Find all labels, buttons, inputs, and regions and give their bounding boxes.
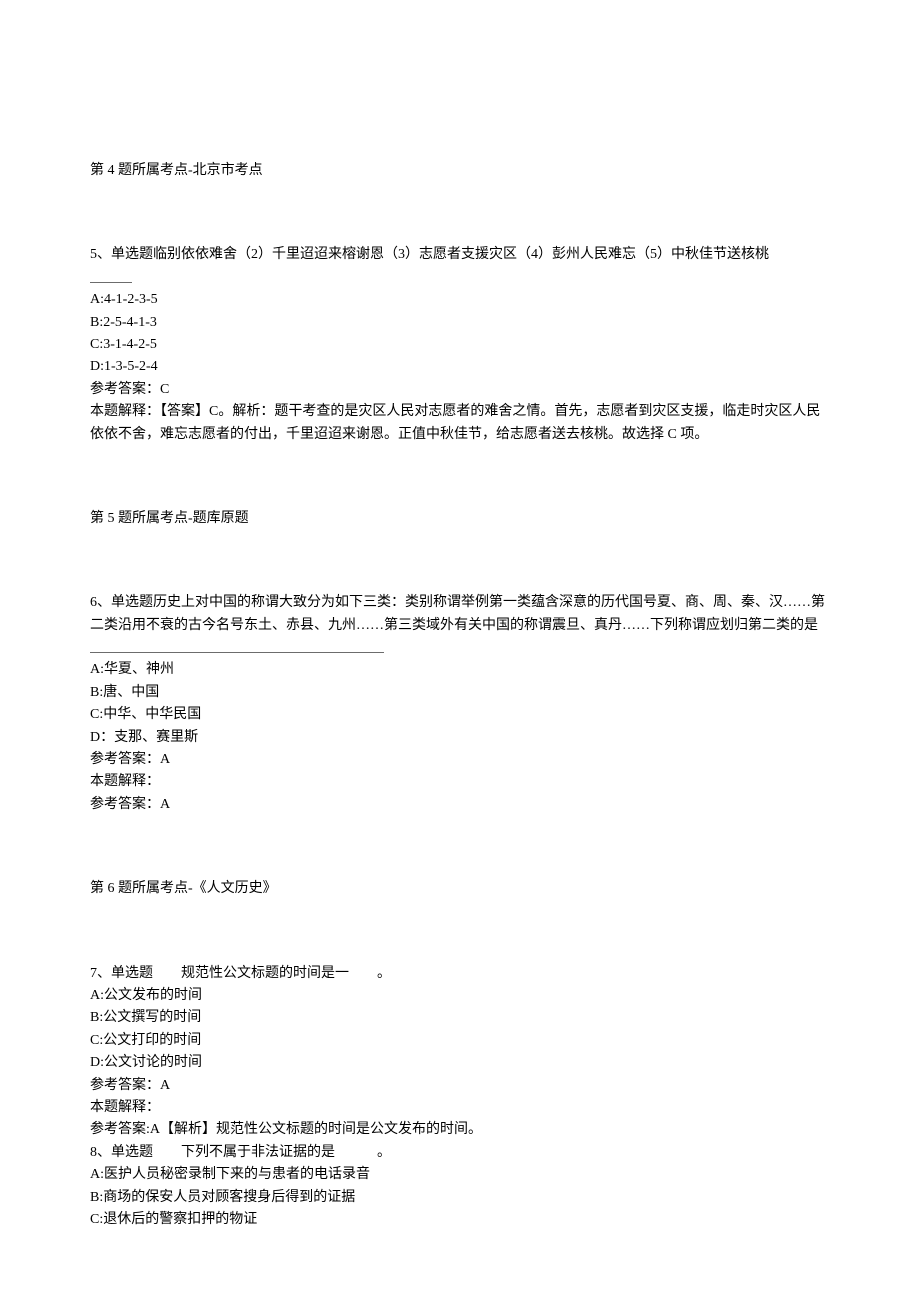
question-6: 6、单选题历史上对中国的称谓大致分为如下三类：类别称谓举例第一类蕴含深意的历代国… (90, 592, 830, 816)
topic-text: 第 5 题所属考点-题库原题 (90, 508, 830, 530)
q6-answer: 参考答案：A (90, 749, 830, 771)
q4-topic: 第 4 题所属考点-北京市考点 (90, 160, 830, 182)
q8-stem: 8、单选题 下列不属于非法证据的是 。 (90, 1142, 830, 1164)
q6-explanation-label: 本题解释： (90, 771, 830, 793)
q7-option-a: A:公文发布的时间 (90, 985, 830, 1007)
q5-topic: 第 5 题所属考点-题库原题 (90, 508, 830, 530)
q6-stem: 6、单选题历史上对中国的称谓大致分为如下三类：类别称谓举例第一类蕴含深意的历代国… (90, 592, 830, 659)
q7-option-d: D:公文讨论的时间 (90, 1052, 830, 1074)
q7-stem: 7、单选题 规范性公文标题的时间是一 。 (90, 963, 830, 985)
question-5: 5、单选题临别依依难舍（2）千里迢迢来榕谢恩（3）志愿者支援灾区（4）彭州人民难… (90, 244, 830, 446)
question-7: 7、单选题 规范性公文标题的时间是一 。 A:公文发布的时间 B:公文撰写的时间… (90, 963, 830, 1142)
topic-text: 第 4 题所属考点-北京市考点 (90, 160, 830, 182)
q6-option-c: C:中华、中华民国 (90, 704, 830, 726)
q5-explanation: 本题解释：【答案】C。解析：题干考查的是灾区人民对志愿者的难舍之情。首先，志愿者… (90, 401, 830, 446)
q6-blank: ＿＿＿＿＿＿＿＿＿＿＿＿＿＿＿＿＿＿＿＿＿ (90, 640, 384, 655)
q6-option-d: D：支那、赛里斯 (90, 727, 830, 749)
q5-answer: 参考答案：C (90, 379, 830, 401)
q6-option-a: A:华夏、神州 (90, 659, 830, 681)
q6-stem-text: 6、单选题历史上对中国的称谓大致分为如下三类：类别称谓举例第一类蕴含深意的历代国… (90, 595, 825, 632)
q5-option-b: B:2-5-4-1-3 (90, 312, 830, 334)
q8-option-a: A:医护人员秘密录制下来的与患者的电话录音 (90, 1164, 830, 1186)
q7-option-c: C:公文打印的时间 (90, 1030, 830, 1052)
q7-answer: 参考答案：A (90, 1075, 830, 1097)
q7-explanation-label: 本题解释： (90, 1097, 830, 1119)
q5-blank: ＿＿＿ (90, 267, 830, 289)
q6-explanation-text: 参考答案：A (90, 794, 830, 816)
q5-stem: 5、单选题临别依依难舍（2）千里迢迢来榕谢恩（3）志愿者支援灾区（4）彭州人民难… (90, 244, 830, 266)
q5-option-a: A:4-1-2-3-5 (90, 289, 830, 311)
q7-explanation-text: 参考答案:A【解析】规范性公文标题的时间是公文发布的时间。 (90, 1119, 830, 1141)
q7-option-b: B:公文撰写的时间 (90, 1007, 830, 1029)
q5-option-c: C:3-1-4-2-5 (90, 334, 830, 356)
q6-topic: 第 6 题所属考点-《人文历史》 (90, 878, 830, 900)
q8-option-b: B:商场的保安人员对顾客搜身后得到的证据 (90, 1187, 830, 1209)
q5-option-d: D:1-3-5-2-4 (90, 356, 830, 378)
question-8: 8、单选题 下列不属于非法证据的是 。 A:医护人员秘密录制下来的与患者的电话录… (90, 1142, 830, 1232)
q8-option-c: C:退休后的警察扣押的物证 (90, 1209, 830, 1231)
topic-text: 第 6 题所属考点-《人文历史》 (90, 878, 830, 900)
q6-option-b: B:唐、中国 (90, 682, 830, 704)
